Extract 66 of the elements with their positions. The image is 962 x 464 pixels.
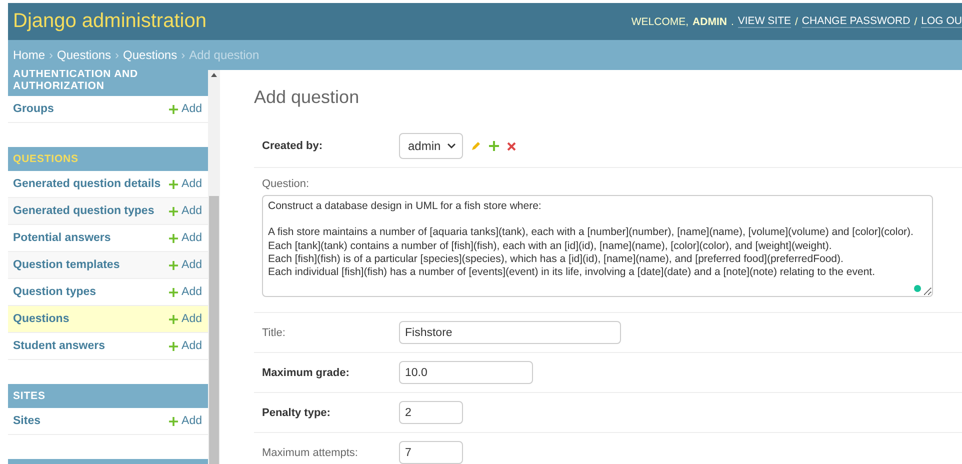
field-label: Maximum grade: [262, 366, 350, 378]
breadcrumb-link[interactable]: Questions [123, 48, 178, 62]
chevron-down-icon [446, 143, 456, 149]
breadcrumb-current: Add question [189, 48, 260, 62]
separator-text: / [794, 16, 798, 28]
plus-icon [168, 104, 178, 114]
plus-icon [168, 314, 178, 324]
plus-icon [168, 416, 178, 426]
module-caption: SITES [8, 384, 208, 408]
model-link[interactable]: Groups [13, 103, 54, 115]
plus-icon [168, 288, 178, 296]
page-title: Add question [254, 87, 360, 108]
model-link[interactable]: Generated question details [13, 178, 161, 190]
breadcrumb-separator: › [115, 48, 120, 62]
breadcrumb-link[interactable]: Home [13, 48, 46, 62]
separator-text: . [730, 16, 734, 28]
module-caption: AUTHENTICATION AND AUTHORIZATION [8, 70, 208, 96]
field-label: Question: [262, 178, 310, 190]
input-field[interactable]: 10.0 [399, 361, 533, 384]
user-name: ADMIN [692, 16, 727, 28]
sidebar-row[interactable]: Questions Add [8, 306, 208, 333]
question-textarea[interactable]: Construct a database design in UML for a fish store where: A fish store maintains a number of [aquaria tanks](tank), each with a [number](number), [name](name), [volume](volume) and [color](color). Each [tank](tank) contains a number of [fish](fish), each with an [id](id), [name](name), [color](color), and [weight](weight). Each [fish](fish) is of a particular [species](species), which has a [id](id), [name](name), and [preferred food](preferredFood). Each individual [fish](fish) has a number of [events](event) in its life, involving a [date](date) and a [note](note) relating to the event. [262, 195, 933, 297]
separator-text: / [914, 16, 918, 28]
sidebar-row[interactable]: Question templates Add [8, 252, 208, 279]
input-field[interactable]: 2 [399, 401, 463, 424]
model-link[interactable]: Sites [13, 415, 40, 427]
welcome-text: WELCOME, [631, 16, 689, 28]
model-link[interactable]: Question types [13, 286, 96, 298]
add-link[interactable]: Add [168, 103, 202, 115]
field-label: Penalty type: [262, 406, 332, 418]
breadcrumb-separator: › [49, 48, 54, 62]
sidebar-row[interactable]: Generated question types Add [8, 198, 208, 225]
pencil-icon[interactable] [470, 141, 481, 151]
breadcrumb-separator: › [181, 48, 186, 62]
model-link[interactable]: Questions [13, 313, 70, 325]
header-link[interactable]: CHANGE PASSWORD [802, 15, 910, 28]
add-link[interactable]: Add [168, 415, 202, 427]
add-link[interactable]: Add [168, 313, 202, 325]
user-select[interactable]: admin [399, 133, 463, 159]
input-field[interactable]: 7 [399, 441, 463, 464]
model-link[interactable]: Question templates [13, 259, 120, 271]
input-field[interactable]: Fishstore [399, 321, 621, 344]
field-label: Title: [262, 326, 286, 338]
plus-icon [168, 234, 178, 242]
plus-icon[interactable] [488, 141, 499, 151]
plus-icon [168, 342, 178, 350]
delete-icon[interactable] [506, 142, 516, 150]
plus-icon [168, 180, 178, 188]
field-label: Created by: [262, 140, 324, 152]
breadcrumb-link[interactable]: Questions [57, 48, 112, 62]
model-link[interactable]: Generated question types [13, 205, 154, 217]
add-link[interactable]: Add [168, 259, 202, 271]
add-link[interactable]: Add [168, 178, 202, 190]
add-link[interactable]: Add [168, 286, 202, 298]
site-title: Django administration [13, 10, 206, 33]
header-link[interactable]: VIEW SITE [738, 15, 791, 28]
module-caption: QUESTIONS [8, 147, 208, 171]
model-link[interactable]: Student answers [13, 340, 106, 352]
plus-icon [168, 206, 178, 216]
add-link[interactable]: Add [168, 340, 202, 352]
field-label: Maximum attempts: [262, 446, 359, 458]
model-link[interactable]: Potential answers [13, 232, 111, 244]
header-link[interactable]: LOG OU [921, 15, 962, 28]
add-link[interactable]: Add [168, 232, 202, 244]
add-link[interactable]: Add [168, 205, 202, 217]
plus-icon [168, 260, 178, 270]
